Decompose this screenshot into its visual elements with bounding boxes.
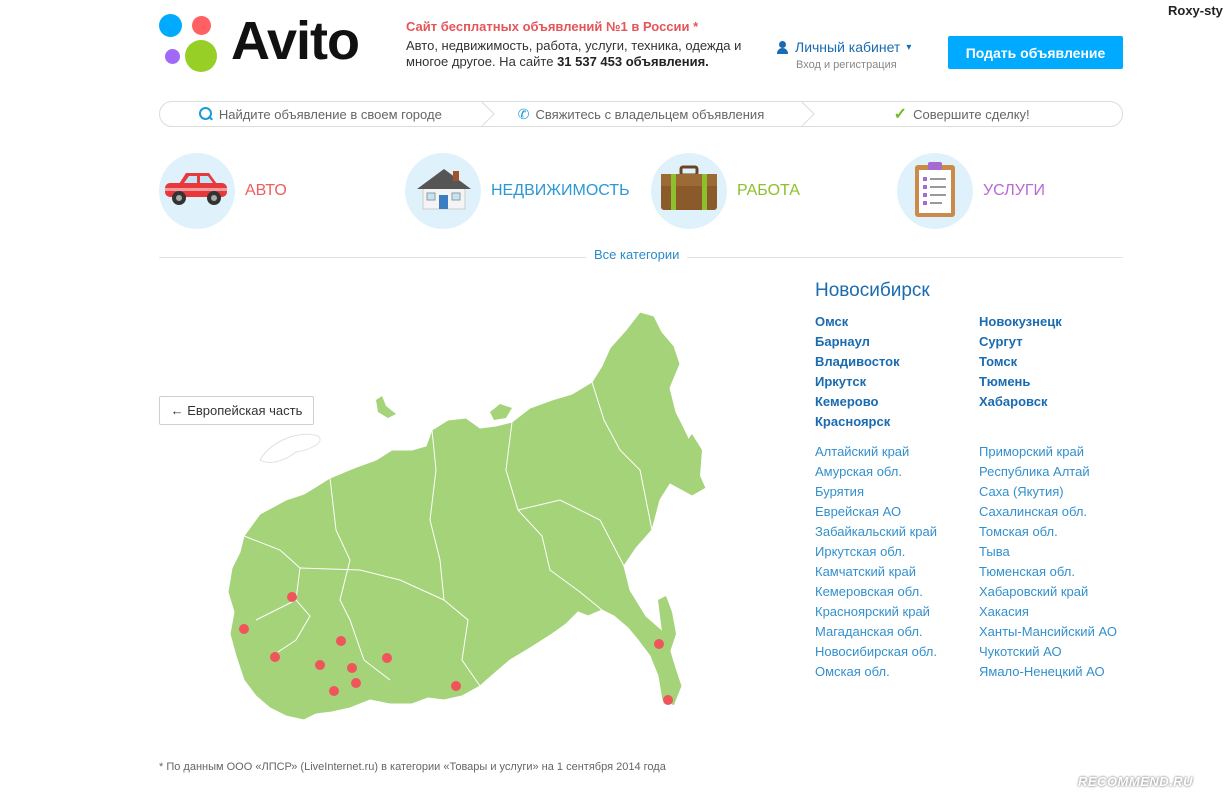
category-job[interactable]: РАБОТА [651,153,800,229]
european-part-button[interactable]: ← Европейская часть [159,396,314,425]
map-city-dot [336,636,346,646]
map-city-dot [654,639,664,649]
region-link[interactable]: Омская обл. [815,662,937,682]
region-link[interactable]: Саха (Якутия) [979,482,1117,502]
region-link[interactable]: Хабаровский край [979,582,1117,602]
logo-wordmark: Avito [231,11,360,71]
logo-dot-purple [165,49,180,64]
region-link[interactable]: Забайкальский край [815,522,937,542]
map-city-dot [663,695,673,705]
map-city-dot [270,652,280,662]
map-city-dot [347,663,357,673]
city-link[interactable]: Сургут [979,332,1062,352]
map-city-dot [451,681,461,691]
category-label[interactable]: РАБОТА [737,182,800,200]
tagline-headline: Сайт бесплатных объявлений №1 в России * [406,19,699,34]
map-city-dot [329,686,339,696]
logo-dot-blue [159,14,182,37]
step-contact: ✆ Свяжитесь с владельцем объявления [481,102,802,126]
phone-icon: ✆ [517,105,530,122]
category-services[interactable]: УСЛУГИ [897,153,1045,229]
region-link[interactable]: Тюменская обл. [979,562,1117,582]
region-link[interactable]: Амурская обл. [815,462,937,482]
category-label[interactable]: АВТО [245,182,287,200]
briefcase-icon [651,153,727,229]
map-city-dot [382,653,392,663]
city-link[interactable]: Томск [979,352,1062,372]
region-link[interactable]: Красноярский край [815,602,937,622]
region-link[interactable]: Бурятия [815,482,937,502]
region-link[interactable]: Алтайский край [815,442,937,462]
region-list-left: Алтайский край Амурская обл. Бурятия Евр… [815,442,937,682]
house-icon [405,153,481,229]
city-link[interactable]: Красноярск [815,412,900,432]
region-link[interactable]: Чукотский АО [979,642,1117,662]
city-link[interactable]: Кемерово [815,392,900,412]
map-island [376,396,396,418]
region-link[interactable]: Ямало-Ненецкий АО [979,662,1117,682]
city-list-left: Омск Барнаул Владивосток Иркутск Кемеров… [815,312,900,432]
region-link[interactable]: Хакасия [979,602,1117,622]
site-tagline: Сайт бесплатных объявлений №1 в России *… [406,19,746,70]
login-register-link[interactable]: Вход и регистрация [796,59,911,71]
region-link[interactable]: Еврейская АО [815,502,937,522]
user-icon [776,40,789,54]
step-deal: ✓ Совершите сделку! [801,102,1122,126]
map-city-dot [287,592,297,602]
map-city-dot [315,660,325,670]
step-find: Найдите объявление в своем городе [160,102,481,126]
cabinet-label[interactable]: Личный кабинет [795,39,900,55]
steps-bar: Найдите объявление в своем городе ✆ Свяж… [159,101,1123,127]
clipboard-icon [897,153,973,229]
category-auto[interactable]: АВТО [159,153,287,229]
user-tag: Roxy-sty [1168,3,1223,18]
step-label: Найдите объявление в своем городе [218,106,442,122]
city-link[interactable]: Иркутск [815,372,900,392]
logo-dot-red [192,16,211,35]
region-link[interactable]: Кемеровская обл. [815,582,937,602]
watermark: RECOMMEND.RU [1078,774,1194,789]
city-link[interactable]: Владивосток [815,352,900,372]
city-link[interactable]: Новокузнецк [979,312,1062,332]
logo-dot-green [185,40,217,72]
city-link[interactable]: Хабаровск [979,392,1062,412]
step-label: Совершите сделку! [913,106,1030,122]
category-realty[interactable]: НЕДВИЖИМОСТЬ [405,153,630,229]
city-link[interactable]: Омск [815,312,900,332]
region-link[interactable]: Камчатский край [815,562,937,582]
region-map[interactable] [200,300,740,740]
region-title[interactable]: Новосибирск [815,280,930,302]
check-icon: ✓ [893,106,908,123]
all-categories-link[interactable]: Все категории [586,247,688,262]
region-link[interactable]: Республика Алтай [979,462,1117,482]
map-city-dot [351,678,361,688]
post-ad-button[interactable]: Подать объявление [948,36,1123,69]
region-link[interactable]: Иркутская обл. [815,542,937,562]
chevron-down-icon[interactable]: ▾ [906,42,911,53]
listing-count: 31 537 453 объявления. [557,54,709,69]
region-link[interactable]: Сахалинская обл. [979,502,1117,522]
category-label[interactable]: НЕДВИЖИМОСТЬ [491,182,630,200]
avito-logo[interactable]: Avito [159,11,374,76]
footnote: * По данным ООО «ЛПСР» (LiveInternet.ru)… [159,761,666,773]
map-island [490,404,512,420]
region-list-right: Приморский край Республика Алтай Саха (Я… [979,442,1117,682]
city-link[interactable]: Барнаул [815,332,900,352]
region-link[interactable]: Магаданская обл. [815,622,937,642]
region-link[interactable]: Новосибирская обл. [815,642,937,662]
search-icon [198,107,213,121]
region-link[interactable]: Ханты-Мансийский АО [979,622,1117,642]
category-label[interactable]: УСЛУГИ [983,182,1045,200]
region-link[interactable]: Приморский край [979,442,1117,462]
car-icon [159,153,235,229]
region-link[interactable]: Тыва [979,542,1117,562]
tagline-description: Авто, недвижимость, работа, услуги, техн… [406,38,746,70]
region-link[interactable]: Томская обл. [979,522,1117,542]
map-land [227,311,707,721]
personal-cabinet[interactable]: Личный кабинет ▾ Вход и регистрация [776,39,911,71]
step-label: Свяжитесь с владельцем объявления [535,106,765,122]
city-list-right: Новокузнецк Сургут Томск Тюмень Хабаровс… [979,312,1062,412]
city-link[interactable]: Тюмень [979,372,1062,392]
map-city-dot [239,624,249,634]
